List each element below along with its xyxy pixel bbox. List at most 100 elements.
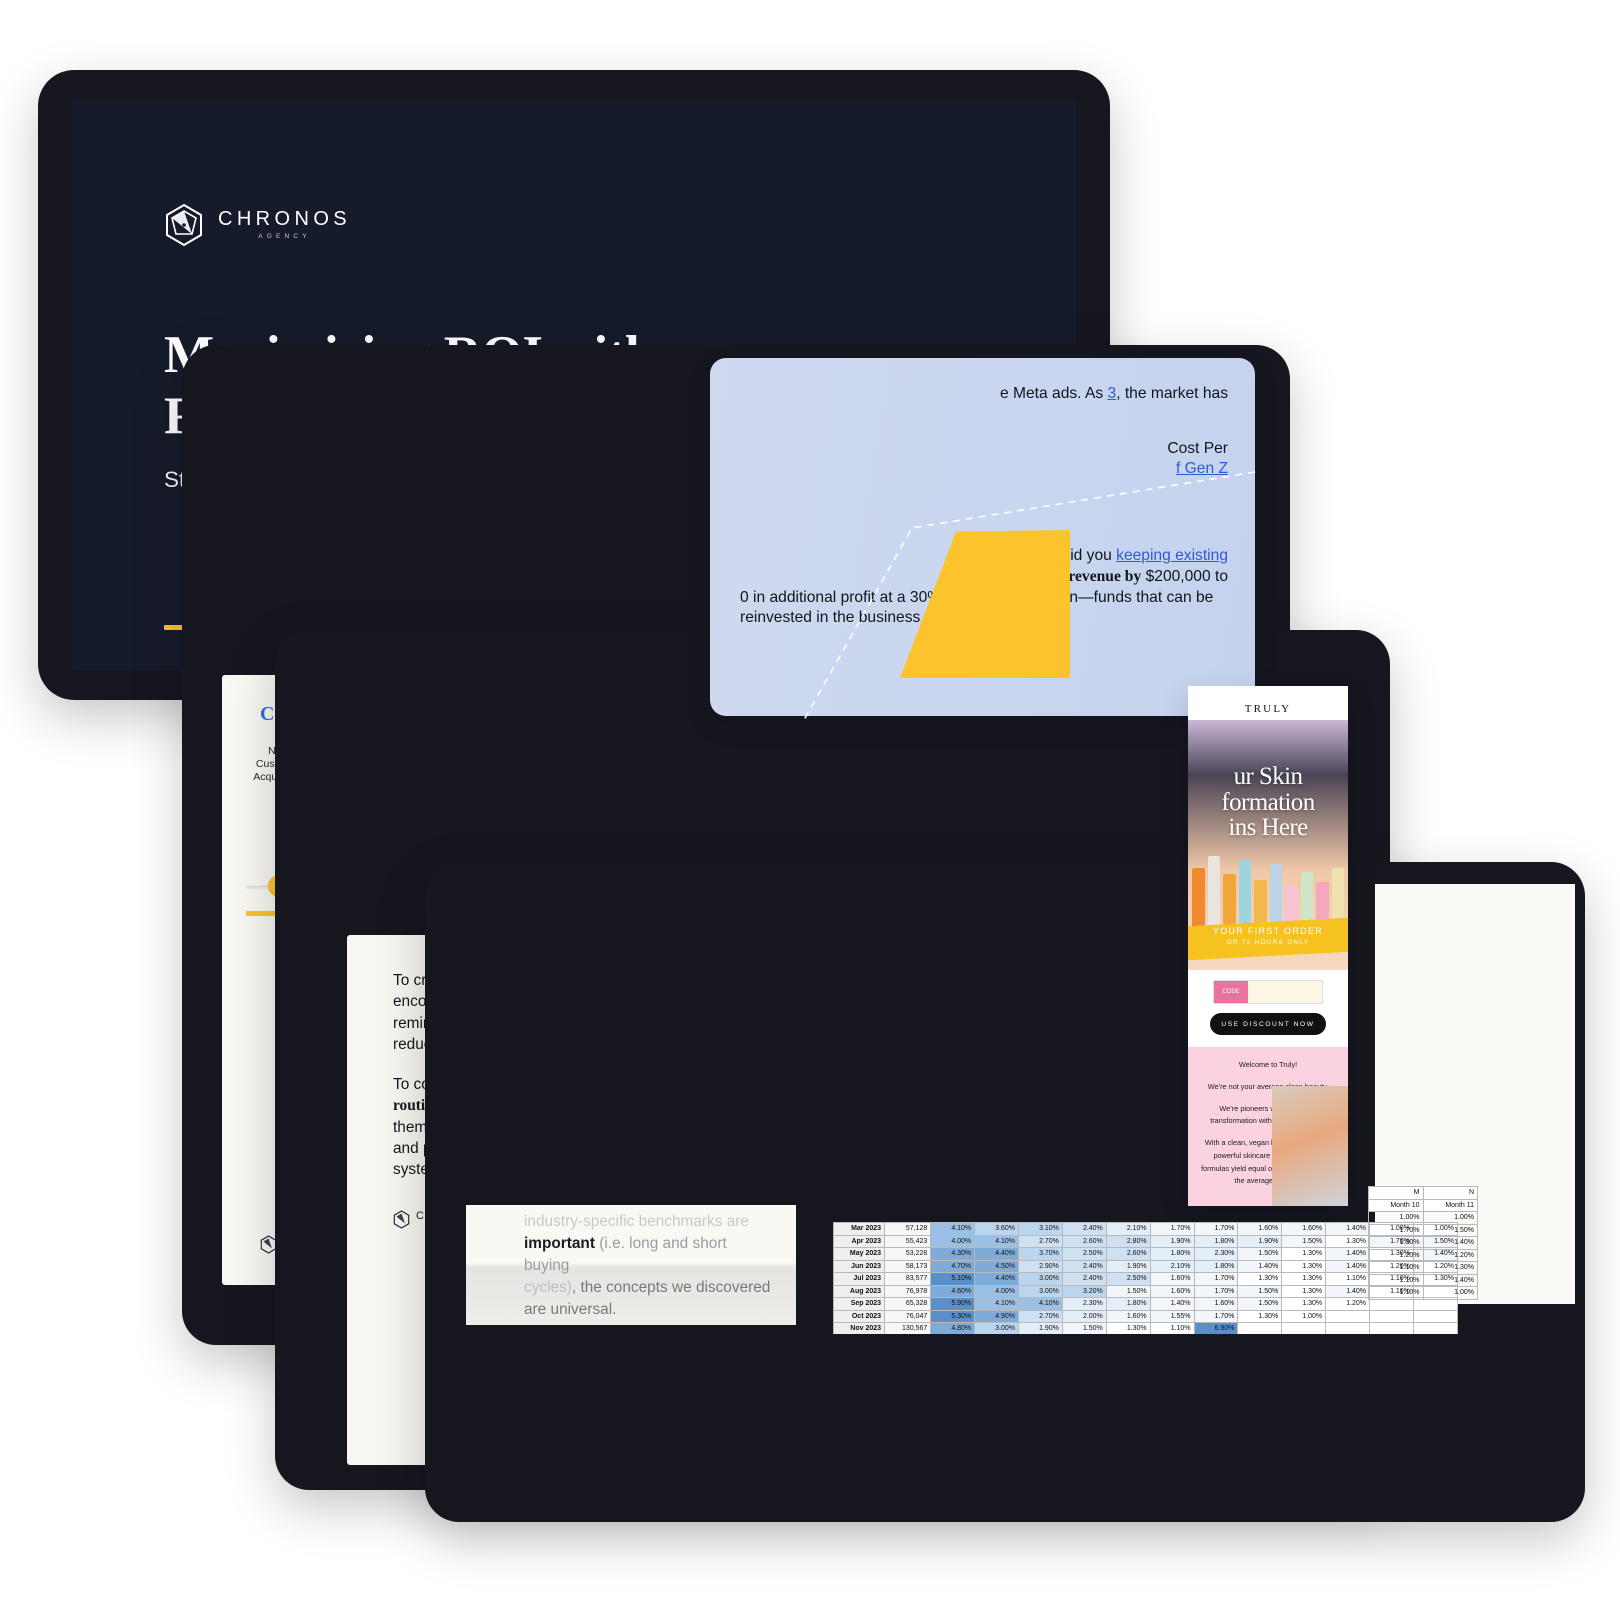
- table-row[interactable]: 1.00% 1.00%: [1368, 1211, 1478, 1225]
- table-cell-retention[interactable]: 2.00%: [1061, 1309, 1107, 1323]
- table-cell-retention[interactable]: 2.50%: [1061, 1247, 1107, 1261]
- column-letter[interactable]: N: [1422, 1186, 1478, 1200]
- table-cell-retention[interactable]: 1.40%: [1149, 1297, 1195, 1311]
- table-cell-retention[interactable]: 1.30%: [1281, 1284, 1327, 1298]
- table-cell-retention[interactable]: 1.80%: [1193, 1259, 1239, 1273]
- table-cell-retention[interactable]: 6.90%: [1193, 1322, 1239, 1334]
- blue-p1-link[interactable]: 3: [1108, 385, 1117, 402]
- table-cell-retention[interactable]: 4.80%: [930, 1322, 976, 1334]
- table-cell-retention[interactable]: 1.40%: [1237, 1259, 1283, 1273]
- table-cell-retention[interactable]: 1.30%: [1281, 1297, 1327, 1311]
- table-row[interactable]: 1.10% 1.00%: [1368, 1286, 1478, 1300]
- table-cell-retention[interactable]: 1.70%: [1193, 1309, 1239, 1323]
- table-row[interactable]: Nov 2023 130,567 4.80% 3.00% 1.90% 1.50% 1.30%…: [833, 1322, 1458, 1334]
- table-cell-retention[interactable]: 2.50%: [1105, 1272, 1151, 1286]
- table-cell-retention[interactable]: 4.00%: [930, 1234, 976, 1248]
- table-cell-retention[interactable]: 4.00%: [974, 1284, 1020, 1298]
- table-cell-retention[interactable]: 5.90%: [930, 1297, 976, 1311]
- table-cell-retention[interactable]: 1.30%: [1281, 1247, 1327, 1261]
- table-cell-retention[interactable]: 1.80%: [1193, 1234, 1239, 1248]
- table-cell-customers[interactable]: 58,173: [884, 1259, 932, 1273]
- table-cell-retention[interactable]: 1.90%: [1149, 1234, 1195, 1248]
- table-cell-retention[interactable]: 2.60%: [1061, 1234, 1107, 1248]
- table-cell-retention[interactable]: 3.10%: [1018, 1222, 1063, 1236]
- table-cell-retention[interactable]: [1237, 1322, 1283, 1334]
- table-cell-customers[interactable]: 76,047: [884, 1309, 932, 1323]
- table-row[interactable]: Mar 2023 57,128 4.10% 3.60% 3.10% 2.40% 2.10% 1…: [833, 1222, 1458, 1236]
- table-row[interactable]: 1.10% 1.40%: [1368, 1273, 1478, 1287]
- table-cell-retention[interactable]: 1.00%: [1422, 1211, 1478, 1225]
- table-cell-retention[interactable]: 2.30%: [1061, 1297, 1107, 1311]
- table-cell-retention[interactable]: 4.70%: [930, 1259, 976, 1273]
- table-cell-retention[interactable]: 1.50%: [1237, 1297, 1283, 1311]
- table-cell-retention[interactable]: 1.50%: [1237, 1284, 1283, 1298]
- table-row[interactable]: Apr 2023 55,423 4.00% 4.10% 2.70% 2.60% 2.80% 1…: [833, 1234, 1458, 1248]
- table-cell-retention[interactable]: 1.00%: [1422, 1286, 1478, 1300]
- table-cell-retention[interactable]: 1.50%: [1281, 1234, 1327, 1248]
- table-cell-customers[interactable]: 83,577: [884, 1272, 932, 1286]
- table-cell-customers[interactable]: 130,567: [884, 1322, 932, 1334]
- blue-p3-link[interactable]: keeping existing: [1116, 547, 1228, 564]
- table-cell-retention[interactable]: 2.10%: [1149, 1259, 1195, 1273]
- table-cell-retention[interactable]: 4.10%: [930, 1222, 976, 1236]
- table-cell-retention[interactable]: 2.30%: [1193, 1247, 1239, 1261]
- table-cell-retention[interactable]: 1.50%: [1105, 1284, 1151, 1298]
- table-cell-retention[interactable]: 1.30%: [1325, 1234, 1371, 1248]
- retention-spreadsheet-right-fragment[interactable]: M N Month 10 Month 11 1.00% 1.00% 1.70% 1.50% 1.…: [1368, 1186, 1478, 1334]
- table-cell-retention[interactable]: 1.30%: [1237, 1309, 1283, 1323]
- table-cell-retention[interactable]: 2.10%: [1105, 1222, 1151, 1236]
- table-cell-retention[interactable]: 1.30%: [1368, 1236, 1424, 1250]
- table-row[interactable]: Aug 2023 76,978 4.60% 4.00% 3.00% 3.20% 1.50% 1…: [833, 1284, 1458, 1298]
- table-cell-retention[interactable]: 1.20%: [1422, 1248, 1478, 1262]
- table-cell-retention[interactable]: 3.00%: [1018, 1284, 1063, 1298]
- table-cell-retention[interactable]: 1.40%: [1325, 1222, 1371, 1236]
- table-cell-retention[interactable]: 1.00%: [1368, 1211, 1424, 1225]
- use-discount-now-button[interactable]: USE DISCOUNT NOW: [1210, 1013, 1326, 1035]
- table-cell-retention[interactable]: 3.60%: [974, 1222, 1020, 1236]
- table-cell-month[interactable]: Sep 2023: [833, 1297, 886, 1311]
- table-cell-retention[interactable]: 4.10%: [974, 1234, 1020, 1248]
- table-cell-retention[interactable]: [1325, 1309, 1371, 1323]
- table-cell-retention[interactable]: [1281, 1322, 1327, 1334]
- table-cell-retention[interactable]: 1.00%: [1281, 1309, 1327, 1323]
- table-cell-month[interactable]: Apr 2023: [833, 1234, 886, 1248]
- table-cell-retention[interactable]: 1.90%: [1237, 1234, 1283, 1248]
- table-row[interactable]: Jun 2023 58,173 4.70% 4.50% 2.90% 2.40% 1.90% 2…: [833, 1259, 1458, 1273]
- table-cell-retention[interactable]: 1.10%: [1368, 1261, 1424, 1275]
- table-cell-retention[interactable]: 2.40%: [1061, 1259, 1107, 1273]
- table-cell-retention[interactable]: 1.30%: [1105, 1322, 1151, 1334]
- table-cell-retention[interactable]: 1.40%: [1325, 1284, 1371, 1298]
- table-cell-retention[interactable]: 1.50%: [1422, 1223, 1478, 1237]
- retention-spreadsheet[interactable]: Mar 2023 57,128 4.10% 3.60% 3.10% 2.40% 2.10% 1…: [833, 1222, 1458, 1334]
- table-cell-month[interactable]: Mar 2023: [833, 1222, 886, 1236]
- table-cell-retention[interactable]: 2.70%: [1018, 1309, 1063, 1323]
- table-cell-retention[interactable]: 1.30%: [1237, 1272, 1283, 1286]
- table-cell-retention[interactable]: 2.90%: [1018, 1259, 1063, 1273]
- table-cell-retention[interactable]: 1.30%: [1281, 1259, 1327, 1273]
- table-cell-retention[interactable]: 4.10%: [1018, 1297, 1063, 1311]
- table-cell-retention[interactable]: 3.70%: [1018, 1247, 1063, 1261]
- table-cell-retention[interactable]: 1.20%: [1368, 1248, 1424, 1262]
- table-row[interactable]: 1.10% 1.30%: [1368, 1261, 1478, 1275]
- table-cell-retention[interactable]: 1.10%: [1368, 1286, 1424, 1300]
- table-cell-retention[interactable]: 1.30%: [1281, 1272, 1327, 1286]
- table-cell-month[interactable]: Jul 2023: [833, 1272, 886, 1286]
- table-cell-retention[interactable]: 1.90%: [1105, 1259, 1151, 1273]
- table-cell-retention[interactable]: 2.40%: [1061, 1272, 1107, 1286]
- table-cell-retention[interactable]: 1.60%: [1105, 1309, 1151, 1323]
- table-cell-month[interactable]: Aug 2023: [833, 1284, 886, 1298]
- table-cell-retention[interactable]: 3.20%: [1061, 1284, 1107, 1298]
- table-cell-retention[interactable]: 1.60%: [1281, 1222, 1327, 1236]
- table-cell-customers[interactable]: 57,128: [884, 1222, 932, 1236]
- table-cell-retention[interactable]: 1.70%: [1193, 1284, 1239, 1298]
- table-row[interactable]: Oct 2023 76,047 5.30% 4.90% 2.70% 2.00% 1.60% 1…: [833, 1309, 1458, 1323]
- table-cell-month[interactable]: Jun 2023: [833, 1259, 886, 1273]
- table-cell-retention[interactable]: 1.10%: [1149, 1322, 1195, 1334]
- table-cell-retention[interactable]: 4.30%: [930, 1247, 976, 1261]
- table-cell-retention[interactable]: 1.60%: [1149, 1272, 1195, 1286]
- table-cell-retention[interactable]: 1.40%: [1325, 1259, 1371, 1273]
- table-cell-retention[interactable]: 1.70%: [1193, 1222, 1239, 1236]
- table-cell-month[interactable]: Oct 2023: [833, 1309, 886, 1323]
- table-cell-retention[interactable]: 4.10%: [974, 1297, 1020, 1311]
- table-cell-retention[interactable]: 1.30%: [1422, 1261, 1478, 1275]
